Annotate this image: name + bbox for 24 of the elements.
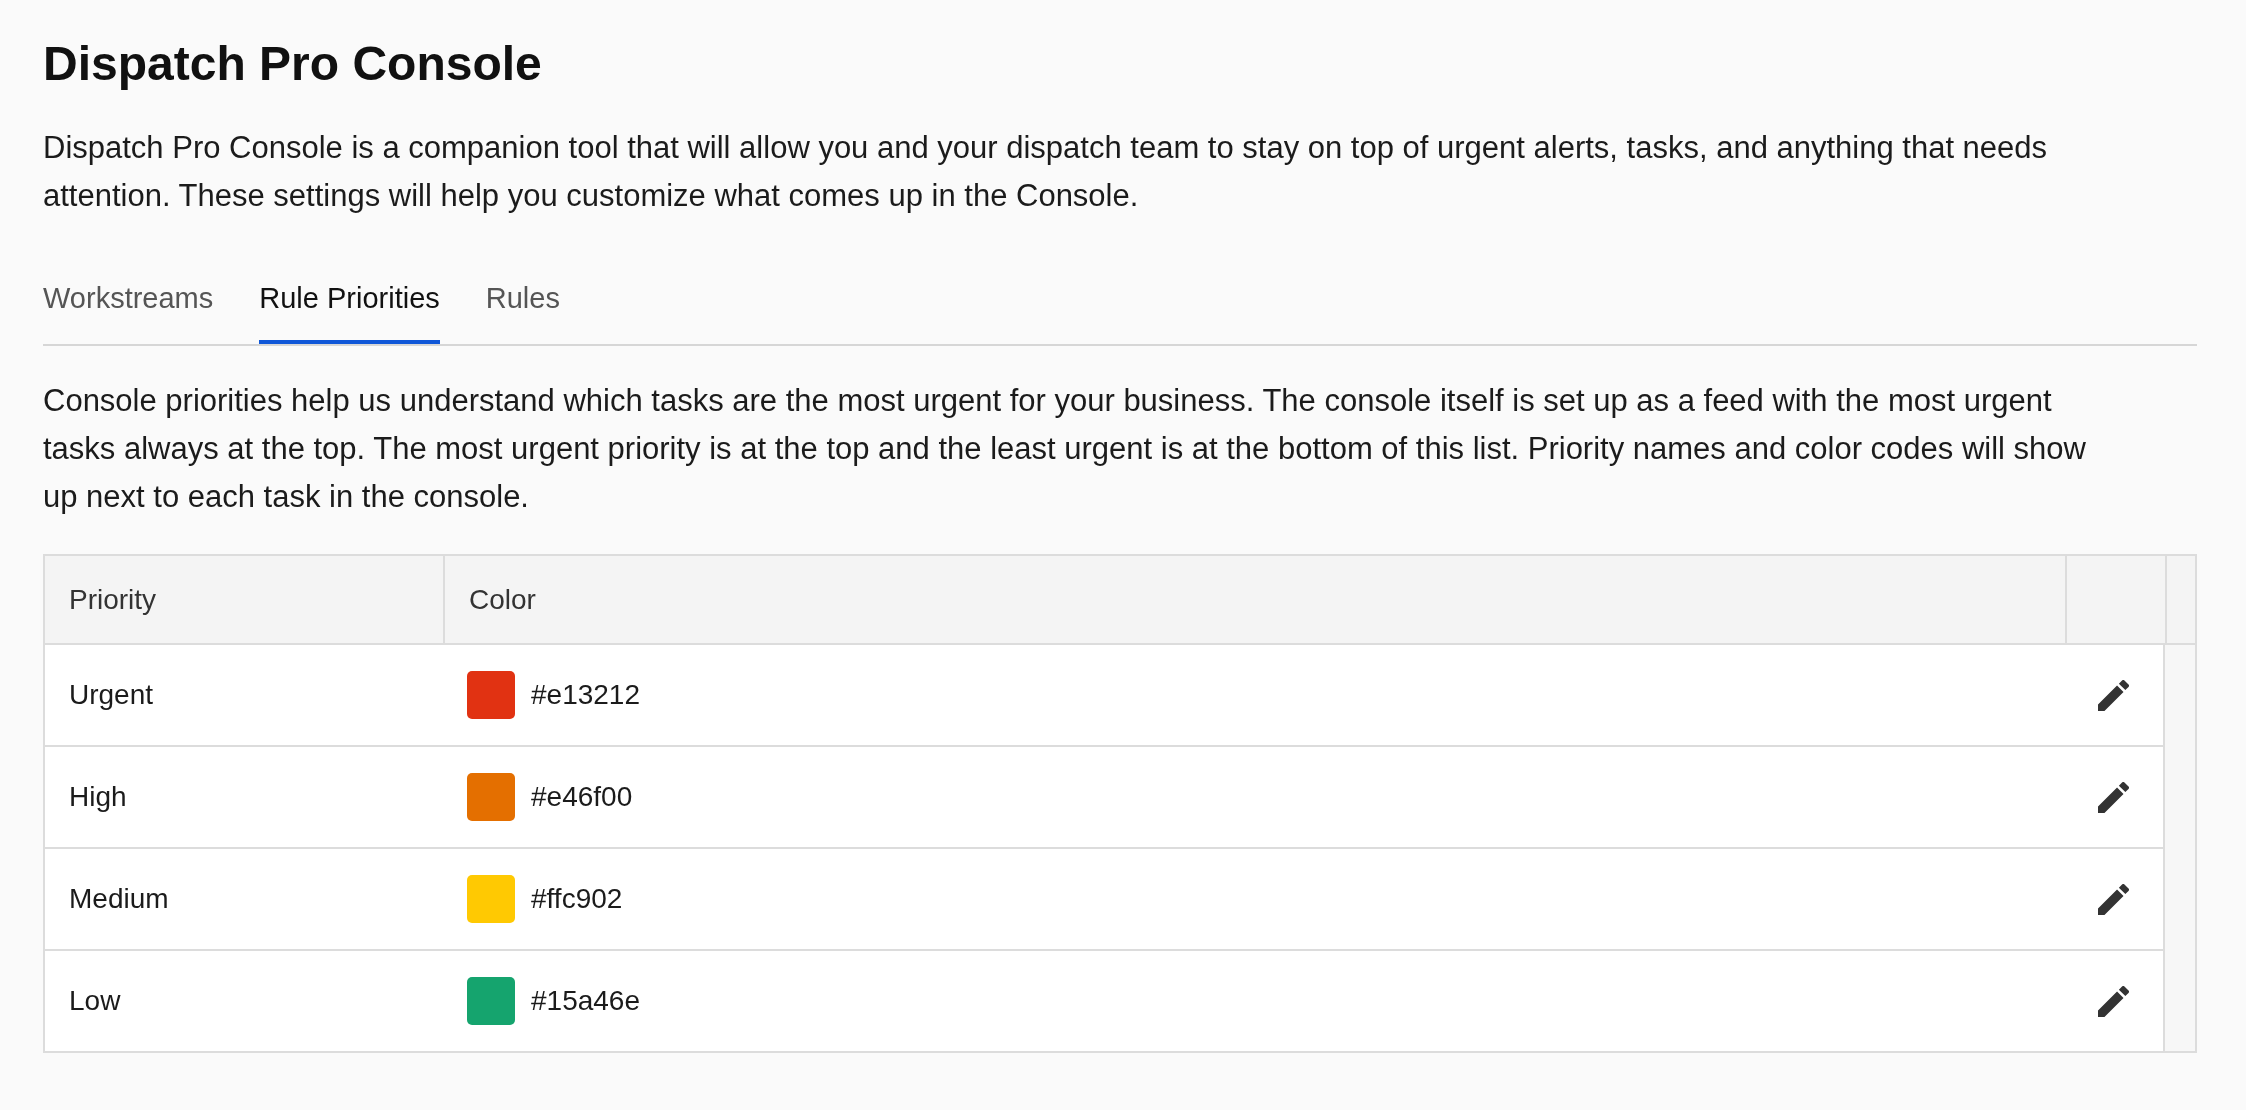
intro-text: Dispatch Pro Console is a companion tool that will allow you and your dispatch team to stay on top of urgent alerts, tasks, and anything that needs attention. These settings will help you customize what comes up in the Console.	[43, 129, 2049, 215]
color-code: #e13212	[531, 679, 640, 711]
column-header: Color	[469, 583, 536, 616]
priority-name: High	[69, 781, 127, 813]
column-header: Priority	[69, 583, 157, 616]
color-code: #e46f00	[531, 781, 633, 813]
edit-button[interactable]	[2095, 983, 2131, 1019]
priority-name: Medium	[69, 883, 169, 915]
description-text: Console priorities help us understand which tasks are the most urgent for your business. The console itself is set up as a feed with the most urgent tasks always at the top. The most urgent priority is at the top and the least urgent is at the bottom of this list. Priority names and color codes will show up next to each task in the console.	[43, 382, 2087, 516]
priority-name: Low	[69, 985, 121, 1017]
pencil-icon	[2097, 679, 2129, 711]
pencil-icon	[2097, 985, 2129, 1017]
tab[interactable]: Workstreams	[43, 280, 214, 344]
page-title: Dispatch Pro Console	[43, 36, 542, 92]
color-code: #15a46e	[531, 985, 640, 1017]
edit-button[interactable]	[2095, 677, 2131, 713]
color-code: #ffc902	[531, 883, 623, 915]
tab[interactable]: Rule Priorities	[259, 280, 440, 344]
priority-name: Urgent	[69, 679, 154, 711]
edit-button[interactable]	[2095, 881, 2131, 917]
pencil-icon	[2097, 883, 2129, 915]
edit-button[interactable]	[2095, 779, 2131, 815]
pencil-icon	[2097, 781, 2129, 813]
tab[interactable]: Rules	[485, 280, 560, 344]
